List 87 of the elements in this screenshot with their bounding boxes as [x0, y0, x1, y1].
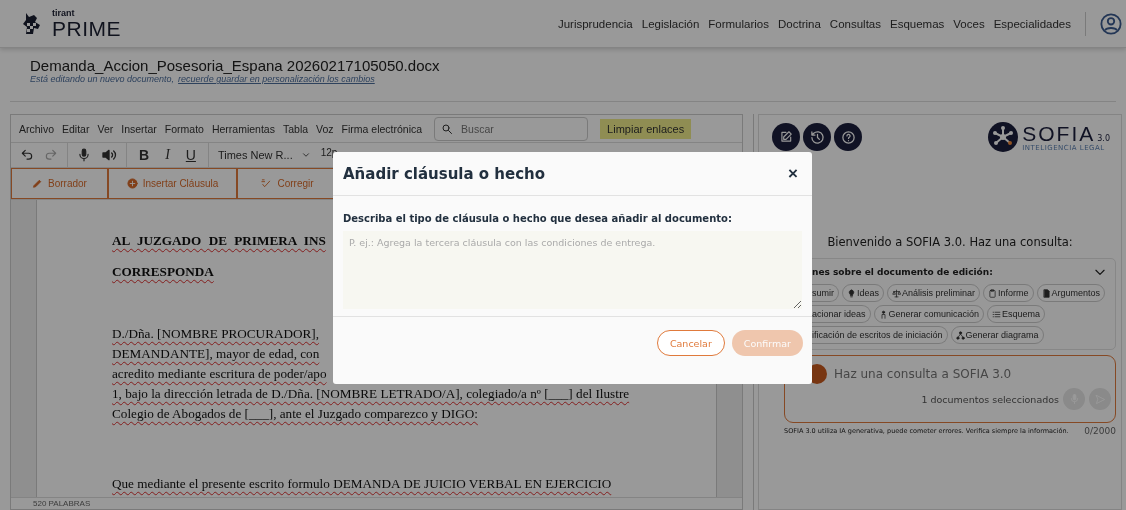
undo-icon: [20, 148, 34, 162]
nav-link[interactable]: Esquemas: [889, 17, 945, 30]
edit-notice: Está editando un nuevo documento,: [30, 74, 175, 84]
suggestion-chip[interactable]: Informe: [983, 284, 1034, 302]
scale-icon: [892, 288, 902, 298]
edit-button[interactable]: [772, 123, 800, 151]
document-title: Demanda_Accion_Posesoria_Espana 20260217105050.docx: [30, 57, 441, 74]
word-count: 520 PALABRAS: [33, 499, 91, 509]
pen-icon: [32, 178, 44, 189]
sofia-wordmark: SOFIA: [1022, 122, 1096, 144]
clipboard-icon: [988, 288, 998, 298]
font-select[interactable]: Times New R...: [217, 149, 311, 161]
help-icon: [840, 129, 856, 145]
suggestion-chip[interactable]: Ideas: [842, 284, 885, 302]
format-button[interactable]: U: [185, 147, 196, 163]
clear-links-button[interactable]: Limpiar enlaces: [600, 118, 692, 139]
document-text-line: acredito mediante escritura de poder/apo: [112, 365, 327, 383]
history-icon: [809, 129, 825, 145]
document-heading-line: AL JUZGADO DE PRIMERA INS: [112, 233, 326, 250]
suggestion-chip[interactable]: Argumentos: [1036, 284, 1106, 302]
help-button[interactable]: [834, 123, 862, 151]
suggestion-chip[interactable]: Generar diagrama: [950, 326, 1044, 344]
menu-item[interactable]: Archivo: [19, 122, 54, 135]
diagram-icon: [955, 330, 965, 340]
nav-link[interactable]: Voces: [953, 17, 985, 30]
bulb-icon: [847, 288, 856, 298]
menu-item[interactable]: Herramientas: [211, 122, 275, 135]
document-text-line: D./Dña. [NOMBRE PROCURADOR],: [112, 325, 319, 343]
history-button[interactable]: [803, 123, 831, 151]
logo-tagline: tirant: [52, 8, 76, 18]
dialog-title: Añadir cláusula o hecho: [343, 164, 546, 183]
format-button[interactable]: I: [165, 147, 170, 163]
network-logo-icon: [988, 122, 1019, 152]
redo-icon: [44, 148, 58, 162]
nav-link[interactable]: Doctrina: [778, 17, 821, 30]
field-label: Describa el tipo de cláusula o hecho que desea añadir al documento:: [343, 213, 733, 224]
list-icon: [992, 309, 1002, 319]
menu-item[interactable]: Editar: [62, 122, 90, 135]
sofia-version: 3.0: [1097, 133, 1110, 143]
nav-link[interactable]: Especialidades: [993, 17, 1071, 30]
selected-documents-count: 1 documentos seleccionados: [921, 393, 1059, 405]
document-text-line: 1, bajo la dirección letrada de D./Dña. [NOMBRE LETRADO/A], colegiado/a nº [___] del Ilustre: [112, 385, 630, 403]
search-input[interactable]: Buscar: [459, 121, 574, 136]
dialog-button[interactable]: Cancelar: [656, 330, 725, 356]
menu-item[interactable]: Insertar: [121, 122, 157, 135]
speaker-button[interactable]: [101, 147, 117, 163]
search-field[interactable]: Buscar: [434, 116, 589, 141]
user-icon[interactable]: [1100, 12, 1122, 35]
search-icon: [441, 122, 454, 135]
suggestion-chip[interactable]: sumir: [812, 284, 839, 302]
document-text-line: DEMANDANTE], mayor de edad, con: [112, 345, 320, 363]
menu-item[interactable]: Formato: [164, 122, 204, 135]
nav-link[interactable]: Formularios: [708, 17, 769, 30]
suggestions-title: nes sobre el documento de edición:: [812, 266, 993, 277]
menu-item[interactable]: Voz: [316, 122, 334, 135]
suggestion-chip[interactable]: Generar comunicación: [873, 305, 985, 323]
character-counter: 0/2000: [1084, 426, 1116, 436]
format-button[interactable]: B: [139, 147, 150, 163]
suggestion-chip[interactable]: Análisis preliminar: [887, 284, 981, 302]
menu-item[interactable]: Ver: [97, 122, 114, 135]
suggestion-chip[interactable]: Esquema: [987, 305, 1046, 323]
undo-button[interactable]: [20, 148, 34, 162]
edit-icon: [779, 130, 793, 144]
document-text-line: Que mediante el presente escrito formulo DEMANDA DE JUICIO VERBAL EN EJERCICIO: [112, 476, 612, 492]
nav-link[interactable]: Legislación: [641, 17, 700, 30]
menu-item[interactable]: Tabla: [282, 122, 309, 135]
document-heading-line: CORRESPONDA: [112, 264, 214, 281]
query-field[interactable]: Haz una consulta a SOFIA 3.0: [832, 366, 1096, 382]
welcome-message: Bienvenido a SOFIA 3.0. Haz una consulta:: [826, 235, 1074, 249]
save-link[interactable]: recuerde guardar en personalización los cambios: [178, 74, 375, 84]
suggestion-chip[interactable]: ificación de escritos de iniciación: [812, 326, 948, 344]
nav-link[interactable]: Consultas: [829, 17, 881, 30]
chevron-down-icon: [300, 150, 311, 160]
clause-input-field[interactable]: P. ej.: Agrega la tercera cláusula con las condiciones de entrega.: [343, 231, 802, 309]
plus-circle-icon: [126, 178, 138, 189]
document-text-line: Colegio de Abogados de [___], ante el Juzgado comparezco y DIGO:: [112, 405, 478, 423]
suggestion-chip[interactable]: acionar ideas: [812, 305, 871, 323]
close-button[interactable]: ×: [784, 163, 802, 184]
check-icon: [260, 178, 273, 189]
person-icon: [878, 309, 888, 319]
logo-wordmark: PRIME: [52, 17, 121, 39]
microphone-button[interactable]: [77, 147, 91, 163]
speaker-icon: [101, 147, 117, 163]
menu-item[interactable]: Firma electrónica: [341, 122, 423, 135]
microphone-icon: [77, 147, 91, 163]
nav-link[interactable]: Jurisprudencia: [557, 17, 633, 30]
document-icon: [1041, 288, 1051, 298]
